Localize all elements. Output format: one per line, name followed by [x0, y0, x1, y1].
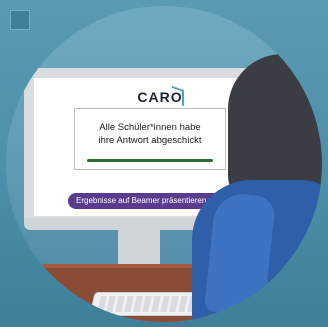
progress-bar [87, 159, 213, 162]
illustration-circle: CARO Alle Schüler*innen habe ihre Antwor… [6, 6, 322, 322]
monitor-stand [118, 230, 160, 266]
status-message: Alle Schüler*innen habe ihre Antwort abg… [98, 122, 202, 146]
status-message-box: Alle Schüler*innen habe ihre Antwort abg… [74, 108, 226, 170]
caro-logo: CARO [130, 85, 190, 108]
